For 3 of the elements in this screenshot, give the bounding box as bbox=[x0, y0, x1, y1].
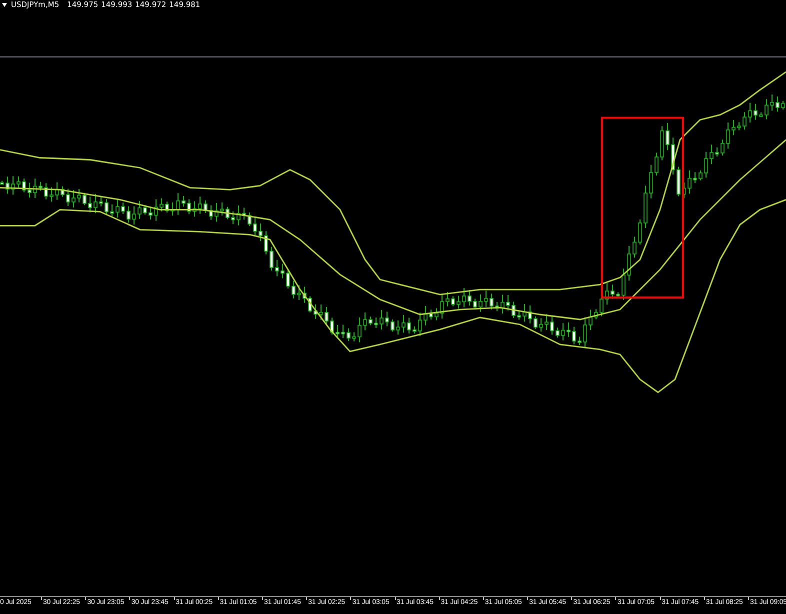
dropdown-icon[interactable] bbox=[2, 2, 7, 7]
highlight-rectangle[interactable] bbox=[601, 116, 684, 299]
horizontal-line[interactable] bbox=[0, 56, 786, 58]
